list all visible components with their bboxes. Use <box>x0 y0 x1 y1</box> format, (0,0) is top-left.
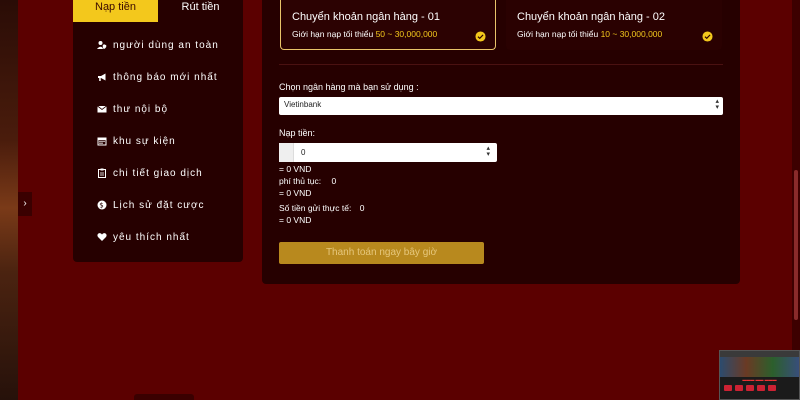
bank-select[interactable]: Vietinbank ▴ ▾ <box>279 97 723 115</box>
left-background-strip <box>0 0 18 400</box>
section-divider <box>279 64 723 65</box>
user-shield-icon <box>97 40 107 50</box>
coin-icon: $ <box>97 200 107 210</box>
bank-select-label: Chọn ngân hàng mà bạn sử dụng : <box>279 82 419 92</box>
actual-value: 0 <box>359 203 365 213</box>
amount-label: Nạp tiền: <box>279 128 316 138</box>
bank-option-limit: Giới hạn nạp tối thiểu 50 ~ 30,000,000 <box>292 29 495 39</box>
bank-option-title: Chuyển khoản ngân hàng - 01 <box>292 11 441 23</box>
bank-option-limit: Giới hạn nạp tối thiểu 10 ~ 30,000,000 <box>517 29 722 39</box>
sidebar-item-inbox[interactable]: thư nội bộ <box>73 93 243 125</box>
spinner-arrows-icon[interactable]: ▴ ▾ <box>486 145 490 158</box>
svg-text:$: $ <box>99 202 104 210</box>
tab-withdraw[interactable]: Rút tiền <box>158 0 243 22</box>
select-arrows-icon: ▴ ▾ <box>715 98 719 111</box>
sidebar-item-label: thư nội bộ <box>113 103 169 115</box>
limit-label: Giới hạn nạp tối thiểu <box>517 29 599 39</box>
bank-select-value: Vietinbank <box>284 100 322 109</box>
sidebar-item-transactions[interactable]: chi tiết giao dịch <box>73 157 243 189</box>
site-preview-thumbnail: ▬▬▬ ▬▬ ▬▬▬ <box>719 350 800 400</box>
fee-vnd: = 0 VND <box>279 188 312 198</box>
sidebar-menu: người dùng an toàn thông báo mới nhất th… <box>73 29 243 253</box>
actual-row: Số tiền gửi thực tế: 0 <box>279 203 364 213</box>
calendar-icon <box>97 136 107 146</box>
amount-vnd: = 0 VND <box>279 164 312 174</box>
deposit-withdraw-tabs: Nạp tiền Rút tiền <box>73 0 243 22</box>
deposit-panel: Chuyển khoản ngân hàng - 01 Giới hạn nạp… <box>262 0 740 284</box>
limit-label: Giới hạn nạp tối thiểu <box>292 29 374 39</box>
sidebar-item-events[interactable]: khu sự kiện <box>73 125 243 157</box>
account-sidebar: Nạp tiền Rút tiền người dùng an toàn thô… <box>73 0 243 262</box>
tab-deposit[interactable]: Nạp tiền <box>73 0 158 22</box>
sidebar-item-label: người dùng an toàn <box>113 39 219 51</box>
bottom-tab-handle <box>134 394 194 400</box>
limit-range: 10 ~ 30,000,000 <box>600 29 663 39</box>
envelope-icon <box>97 104 107 114</box>
clipboard-icon <box>97 168 107 178</box>
sidebar-item-label: Lịch sử đặt cược <box>113 199 205 211</box>
check-circle-icon <box>702 31 713 42</box>
sidebar-item-label: thông báo mới nhất <box>113 71 218 83</box>
actual-vnd: = 0 VND <box>279 215 312 225</box>
sidebar-item-label: chi tiết giao dịch <box>113 167 203 179</box>
fee-value: 0 <box>331 176 337 186</box>
actual-label: Số tiền gửi thực tế: <box>279 203 352 213</box>
bank-option-title: Chuyển khoản ngân hàng - 02 <box>517 11 666 23</box>
amount-input-value: 0 <box>301 148 306 157</box>
sidebar-item-safe-user[interactable]: người dùng an toàn <box>73 29 243 61</box>
sidebar-item-favorites[interactable]: yêu thích nhất <box>73 221 243 253</box>
page-scrollbar[interactable] <box>792 0 800 400</box>
fee-label: phí thủ tục: <box>279 176 322 186</box>
amount-input-prefix <box>279 143 294 162</box>
fee-row: phí thủ tục: 0 <box>279 176 336 186</box>
amount-input[interactable]: 0 ▴ ▾ <box>279 143 497 162</box>
sidebar-expand-chevron-icon[interactable]: › <box>18 192 32 216</box>
sidebar-item-label: khu sự kiện <box>113 135 176 147</box>
sidebar-item-label: yêu thích nhất <box>113 231 190 243</box>
bank-option-02[interactable]: Chuyển khoản ngân hàng - 02 Giới hạn nạp… <box>506 0 722 50</box>
limit-range: 50 ~ 30,000,000 <box>375 29 438 39</box>
sidebar-item-announcements[interactable]: thông báo mới nhất <box>73 61 243 93</box>
sidebar-item-bet-history[interactable]: $ Lịch sử đặt cược <box>73 189 243 221</box>
bank-option-01[interactable]: Chuyển khoản ngân hàng - 01 Giới hạn nạp… <box>280 0 496 50</box>
scrollbar-thumb[interactable] <box>794 170 798 320</box>
megaphone-icon <box>97 72 107 82</box>
check-circle-icon <box>475 31 486 42</box>
pay-now-button[interactable]: Thanh toán ngay bây giờ <box>279 242 484 264</box>
heart-icon <box>97 232 107 242</box>
